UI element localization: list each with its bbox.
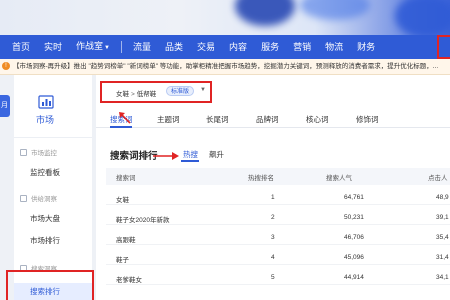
sidebar-title: 市场 <box>35 115 54 125</box>
tab-brand-terms[interactable]: 品牌词 <box>256 114 279 125</box>
sidebar-item-market-overview[interactable]: 市场大盘 <box>30 213 60 224</box>
top-nav: 首页 实时 作战室▼ 流量 品类 交易 内容 服务 营销 物流 财务 <box>0 35 450 59</box>
cell-clicks: 35,4 <box>436 234 449 241</box>
cell-popularity: 50,231 <box>344 214 364 221</box>
cell-clicks: 48,9 <box>436 194 449 201</box>
table-header <box>106 168 450 185</box>
active-subtab-indicator <box>181 160 199 162</box>
cell-popularity: 45,096 <box>344 254 364 261</box>
annotation-arrow-icon <box>119 112 131 124</box>
chevron-down-icon: ▼ <box>104 45 110 51</box>
warning-icon: ! <box>2 62 10 71</box>
cell-popularity: 64,761 <box>344 194 364 201</box>
column-header-term: 搜索词 <box>116 175 136 182</box>
cell-popularity: 44,914 <box>344 274 364 281</box>
category-selector[interactable]: 女鞋 > 低帮鞋 <box>116 88 156 98</box>
breadcrumb-separator: > <box>131 91 135 98</box>
table-row[interactable]: 女鞋 1 64,761 48,9 <box>106 185 450 205</box>
sidebar-group-label: 市场监控 <box>31 150 57 157</box>
notice-text: 【市场洞察-再升级】推出 "趋势词榜单" "新词榜单" 等功能，助掌柜精准把握市… <box>13 63 439 70</box>
tab-longtail-terms[interactable]: 长尾词 <box>206 114 229 125</box>
bar-chart-icon <box>38 95 58 111</box>
tab-modifier-terms[interactable]: 修饰词 <box>356 114 379 125</box>
table-row[interactable]: 鞋子女2020年新款 2 50,231 39,1 <box>106 205 450 225</box>
edition-badge: 标准版 <box>166 86 195 96</box>
cell-term: 高跟鞋 <box>116 237 136 244</box>
table-row[interactable]: 老爹鞋女 5 44,914 34,1 <box>106 265 450 285</box>
section-title: 搜索词排行 <box>110 151 158 162</box>
column-header-popularity[interactable]: 搜索人气 <box>326 172 352 182</box>
column-header-rank[interactable]: 热搜排名 <box>248 172 274 182</box>
column-header-clicks[interactable]: 点击人 <box>428 172 448 182</box>
cell-popularity: 46,706 <box>344 234 364 241</box>
cell-clicks: 34,1 <box>436 274 449 281</box>
cell-rank: 3 <box>271 234 275 241</box>
cell-term: 鞋子女2020年新款 <box>116 217 170 224</box>
nav-item-traffic[interactable]: 流量 <box>126 35 158 59</box>
cell-rank: 2 <box>271 214 275 221</box>
annotation-arrow-icon <box>153 152 179 160</box>
blurred-header <box>0 0 450 38</box>
cell-clicks: 31,4 <box>436 254 449 261</box>
highlight-box-search-ranking <box>6 270 94 300</box>
cell-term: 鞋子 <box>116 257 129 264</box>
nav-item-war-room-label: 作战室 <box>76 41 104 51</box>
sidebar: 市场 市场监控 监控看板 供给洞察 市场大盘 市场排行 搜索洞察 搜索排行 <box>14 75 92 300</box>
tab-core-terms[interactable]: 核心词 <box>306 114 329 125</box>
table-row[interactable]: 鞋子 4 45,096 31,4 <box>106 245 450 265</box>
group-icon <box>20 194 27 202</box>
sidebar-item-market-ranking[interactable]: 市场排行 <box>30 235 60 246</box>
cell-rank: 5 <box>271 274 275 281</box>
sidebar-group-supply: 供给洞察 <box>20 193 57 203</box>
sidebar-divider <box>14 137 92 138</box>
group-icon <box>20 148 27 156</box>
cell-clicks: 39,1 <box>436 214 449 221</box>
tab-theme-terms[interactable]: 主题词 <box>157 114 180 125</box>
nav-item-realtime[interactable]: 实时 <box>37 35 69 59</box>
cell-rank: 4 <box>271 254 275 261</box>
nav-item-service[interactable]: 服务 <box>254 35 286 59</box>
category-parent: 女鞋 <box>116 91 129 98</box>
sidebar-group-label: 供给洞察 <box>31 196 57 203</box>
table-row[interactable]: 高跟鞋 3 46,706 35,4 <box>106 225 450 245</box>
notice-bar: ! 【市场洞察-再升级】推出 "趋势词榜单" "新词榜单" 等功能，助掌柜精准把握… <box>0 59 450 75</box>
nav-item-home[interactable]: 首页 <box>0 35 37 59</box>
active-tab-indicator <box>110 126 132 128</box>
cell-term: 女鞋 <box>116 197 129 204</box>
highlight-box-market-nav <box>437 35 450 59</box>
chevron-down-icon[interactable]: ▼ <box>200 87 206 93</box>
subtab-rising[interactable]: 飙升 <box>209 149 224 160</box>
cell-term: 老爹鞋女 <box>116 277 142 284</box>
sidebar-group-monitor: 市场监控 <box>20 147 57 157</box>
nav-item-category[interactable]: 品类 <box>158 35 190 59</box>
subtab-hot[interactable]: 热搜 <box>183 149 198 160</box>
nav-item-marketing[interactable]: 营销 <box>286 35 318 59</box>
nav-item-finance[interactable]: 财务 <box>350 35 382 59</box>
page: 首页 实时 作战室▼ 流量 品类 交易 内容 服务 营销 物流 财务 ! 【市场洞… <box>0 0 450 300</box>
sidebar-item-monitor-board[interactable]: 监控看板 <box>30 167 60 178</box>
nav-divider <box>121 41 122 53</box>
cell-rank: 1 <box>271 194 275 201</box>
nav-item-trade[interactable]: 交易 <box>190 35 222 59</box>
rail-label: 月 <box>1 102 8 109</box>
nav-item-content[interactable]: 内容 <box>222 35 254 59</box>
nav-item-war-room[interactable]: 作战室▼ <box>69 34 117 60</box>
nav-item-logistics[interactable]: 物流 <box>318 35 350 59</box>
category-child: 低帮鞋 <box>136 91 157 98</box>
